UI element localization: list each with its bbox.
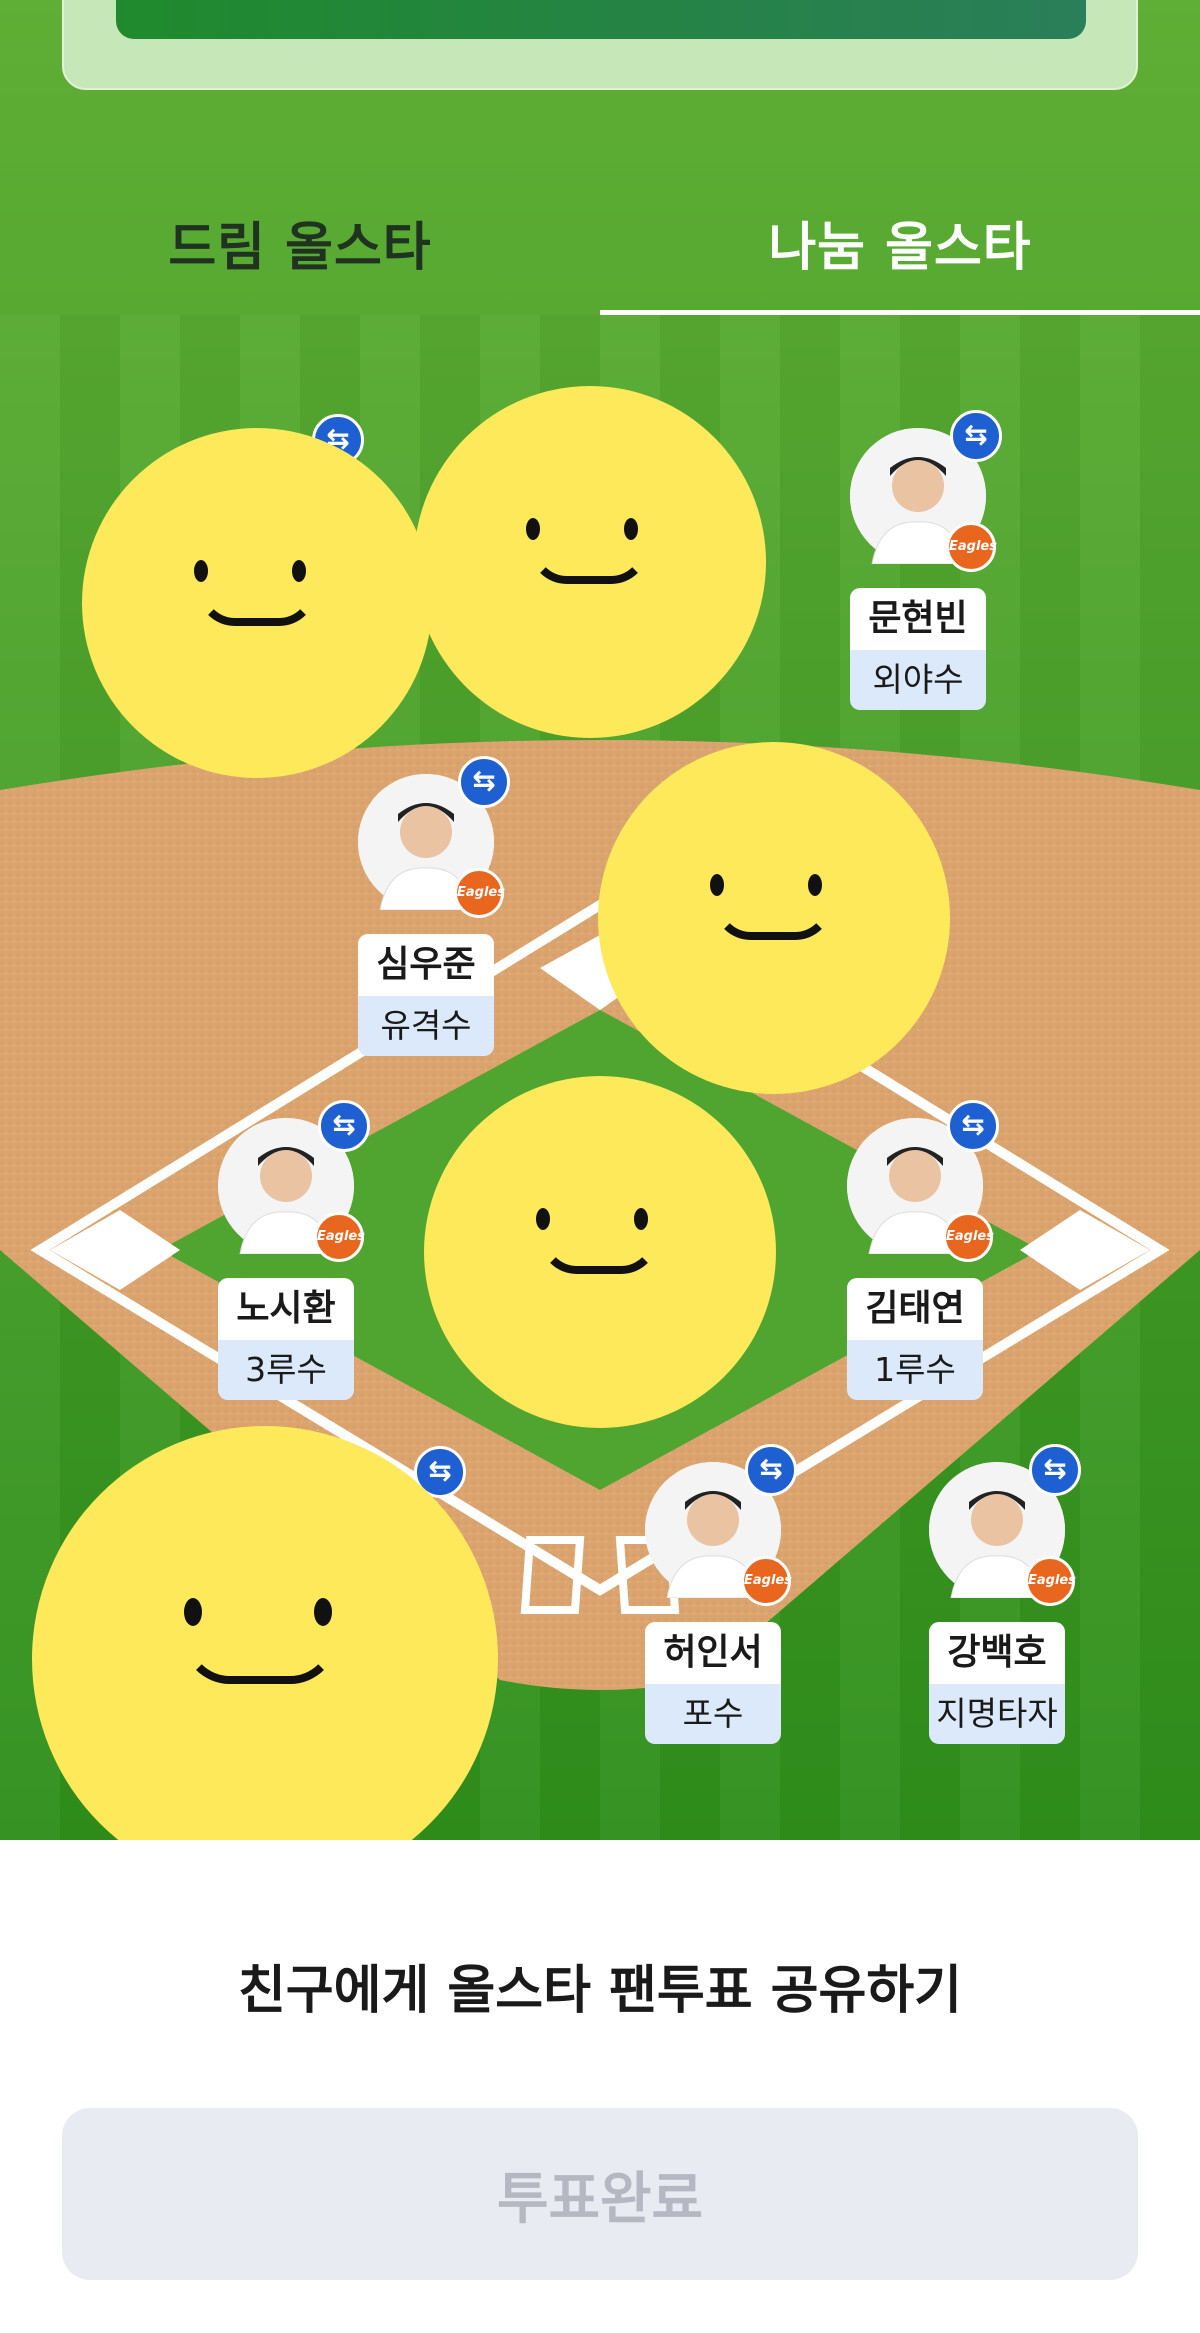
swap-icon[interactable]: ⇆ — [458, 756, 510, 808]
eagles-logo-icon: Eagles — [943, 1212, 994, 1262]
swap-icon[interactable]: ⇆ — [950, 410, 1002, 462]
smiley-face-icon — [598, 742, 950, 1094]
smiley-face-icon — [414, 386, 766, 738]
player-avatar: ⇆ Eagles — [645, 1444, 797, 1606]
player-avatar: ⇆ Eagles — [847, 1100, 999, 1262]
player-avatar: ⇆ Eagles — [218, 1100, 370, 1262]
eagles-logo-icon: Eagles — [454, 868, 505, 918]
player-position: 유격수 — [358, 996, 494, 1056]
player-position: 3루수 — [218, 1340, 354, 1400]
vote-complete-button[interactable]: 투표완료 — [62, 2108, 1138, 2280]
swap-icon[interactable]: ⇆ — [947, 1100, 999, 1152]
swap-icon[interactable]: ⇆ — [1029, 1444, 1081, 1496]
player-position: 외야수 — [850, 650, 986, 710]
lineup-field-area: 드림 올스타 나눔 올스타 ⇆ Eagles 문현빈 외야수 ⇆ Eagles … — [0, 0, 1200, 1840]
bottom-cutoff-content — [0, 2318, 1200, 2333]
eagles-logo-icon: Eagles — [741, 1556, 792, 1606]
player-card-outfield[interactable]: ⇆ Eagles 문현빈 외야수 — [848, 410, 1002, 710]
eagles-logo-icon: Eagles — [1025, 1556, 1076, 1606]
player-name: 허인서 — [645, 1622, 781, 1684]
player-avatar: ⇆ Eagles — [358, 756, 510, 918]
player-name: 노시환 — [218, 1278, 354, 1340]
player-card-first-base[interactable]: ⇆ Eagles 김태연 1루수 — [845, 1100, 999, 1400]
player-name: 심우준 — [358, 934, 494, 996]
player-position: 포수 — [645, 1684, 781, 1744]
player-card-designated-hitter[interactable]: ⇆ Eagles 강백호 지명타자 — [927, 1444, 1081, 1744]
swap-icon[interactable]: ⇆ — [318, 1100, 370, 1152]
player-card-shortstop[interactable]: ⇆ Eagles 심우준 유격수 — [356, 756, 510, 1056]
smiley-face-icon — [82, 428, 432, 778]
player-name: 김태연 — [847, 1278, 983, 1340]
player-card-catcher[interactable]: ⇆ Eagles 허인서 포수 — [643, 1444, 797, 1744]
player-card-third-base[interactable]: ⇆ Eagles 노시환 3루수 — [216, 1100, 370, 1400]
player-name: 문현빈 — [850, 588, 986, 650]
eagles-logo-icon: Eagles — [314, 1212, 365, 1262]
swap-icon[interactable]: ⇆ — [745, 1444, 797, 1496]
smiley-face-icon — [424, 1076, 776, 1428]
eagles-logo-icon: Eagles — [946, 522, 997, 572]
player-position: 지명타자 — [929, 1684, 1065, 1744]
player-name: 강백호 — [929, 1622, 1065, 1684]
player-avatar: ⇆ Eagles — [850, 410, 1002, 572]
player-position: 1루수 — [847, 1340, 983, 1400]
share-with-friends-link[interactable]: 친구에게 올스타 팬투표 공유하기 — [0, 1948, 1200, 2023]
player-avatar: ⇆ Eagles — [929, 1444, 1081, 1606]
